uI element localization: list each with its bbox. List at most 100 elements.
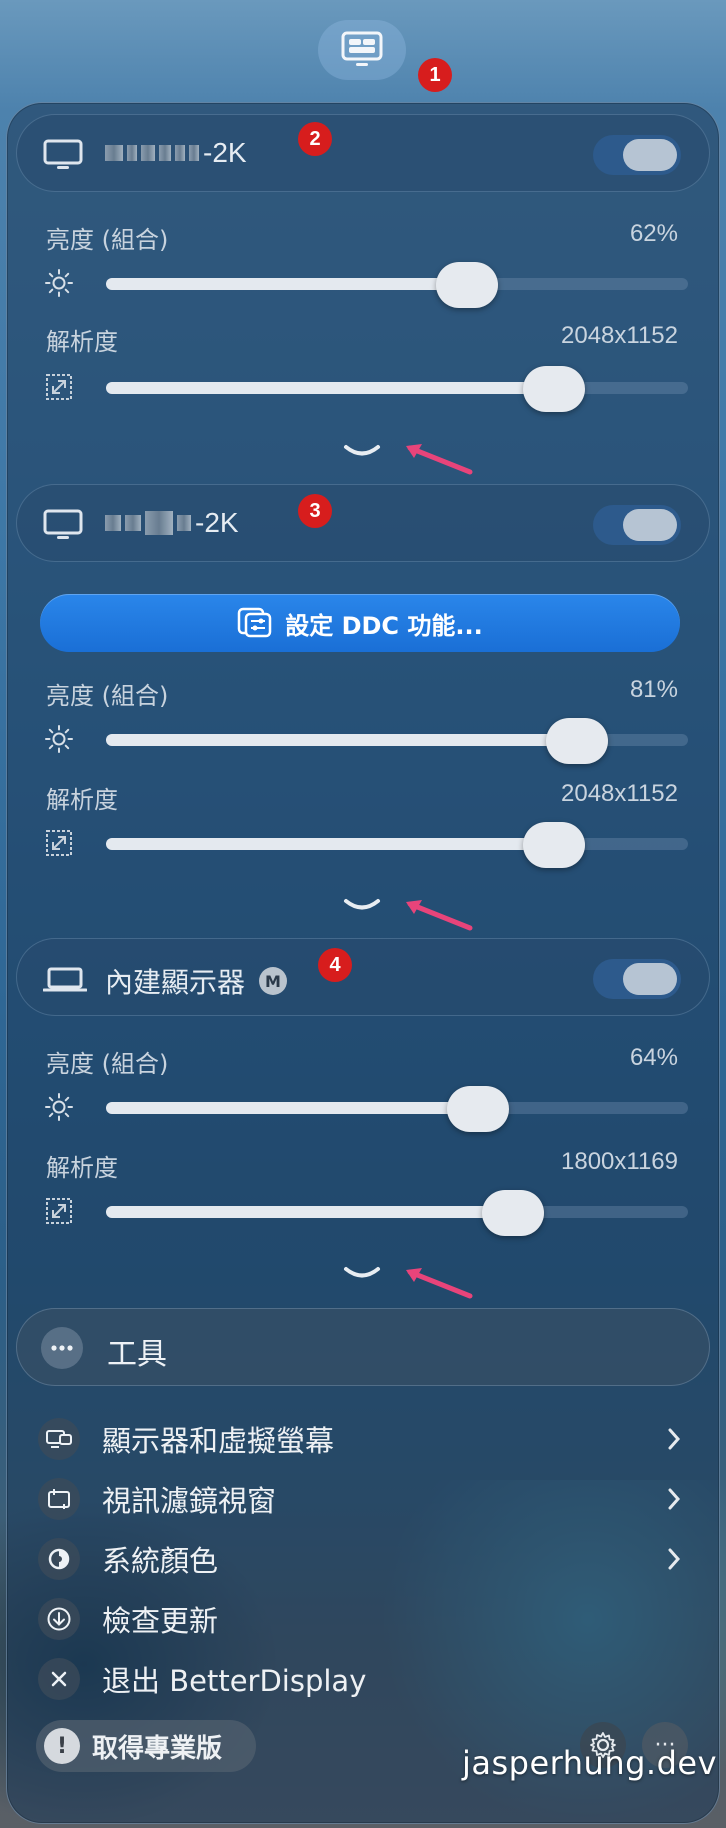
ddc-settings-icon: [237, 607, 272, 638]
color-icon: [38, 1538, 80, 1580]
expand-chevron-icon[interactable]: [340, 896, 384, 916]
sun-icon: [45, 1093, 73, 1121]
brightness-label: 亮度 (組合): [46, 1050, 169, 1078]
slider-fill: [106, 734, 578, 746]
brightness-label: 亮度 (組合): [46, 226, 169, 254]
menu-item-label: 退出 BetterDisplay: [102, 1664, 367, 1698]
slider-fill: [106, 382, 555, 394]
menu-item-label: 系統顏色: [102, 1544, 219, 1578]
slider-thumb[interactable]: [435, 262, 498, 308]
display-toggle[interactable]: [593, 959, 681, 999]
display-header-3[interactable]: 內建顯示器 M: [16, 938, 710, 1016]
slider-fill: [106, 1206, 514, 1218]
display-toggle[interactable]: [593, 505, 681, 545]
resolution-label: 解析度: [46, 786, 118, 814]
slider-thumb[interactable]: [482, 1190, 545, 1236]
menu-item-check-update[interactable]: 檢查更新: [38, 1592, 688, 1646]
menu-item-quit[interactable]: 退出 BetterDisplay: [38, 1652, 688, 1706]
slider-thumb[interactable]: [447, 1086, 510, 1132]
monitor-icon: [341, 31, 383, 66]
slider-thumb[interactable]: [523, 822, 586, 868]
sun-icon: [45, 269, 73, 297]
slider-fill: [106, 278, 467, 290]
brightness-row: 亮度 (組合) 64%: [46, 1044, 678, 1079]
resize-icon: [46, 374, 72, 400]
video-filter-icon: [38, 1478, 80, 1520]
annotation-badge-3: 3: [298, 494, 332, 528]
pink-arrow-annotation: [406, 900, 473, 931]
expand-chevron-icon[interactable]: [340, 1264, 384, 1284]
toggle-knob: [623, 139, 677, 171]
pink-arrow-annotation: [406, 1268, 473, 1299]
sun-icon: [45, 725, 73, 753]
slider-track[interactable]: [106, 1086, 688, 1132]
brightness-slider[interactable]: [40, 1080, 690, 1134]
ddc-button-label: 設定 DDC 功能...: [285, 611, 483, 640]
tools-section-header[interactable]: 工具: [16, 1308, 710, 1386]
slider-track[interactable]: [106, 1190, 688, 1236]
display-header-1[interactable]: -2K: [16, 114, 710, 192]
expand-chevron-icon[interactable]: [340, 442, 384, 462]
brightness-row: 亮度 (組合) 81%: [46, 676, 678, 711]
menu-item-label: 檢查更新: [102, 1604, 219, 1638]
annotation-badge-2: 2: [298, 122, 332, 156]
brightness-slider[interactable]: [40, 256, 690, 310]
exclamation-icon: !: [44, 1728, 80, 1764]
menu-item-displays[interactable]: 顯示器和虛擬螢幕: [38, 1412, 688, 1466]
resize-icon: [46, 830, 72, 856]
slider-track[interactable]: [106, 718, 688, 764]
display-toggle[interactable]: [593, 135, 681, 175]
monitor-icon: [43, 509, 83, 539]
resolution-slider[interactable]: [40, 816, 690, 870]
chevron-right-icon: [668, 1548, 681, 1570]
brightness-value: 81%: [629, 676, 678, 703]
display-name: -2K: [105, 137, 247, 169]
display-header-2[interactable]: -2K: [16, 484, 710, 562]
display-name: 內建顯示器 M: [105, 961, 288, 1001]
slider-fill: [106, 1102, 479, 1114]
resolution-row: 解析度 2048x1152: [46, 322, 678, 357]
chevron-right-icon: [668, 1428, 681, 1450]
slider-thumb[interactable]: [546, 718, 609, 764]
resolution-value: 2048x1152: [561, 780, 678, 807]
resolution-value: 2048x1152: [561, 322, 678, 349]
slider-fill: [106, 838, 555, 850]
menu-item-video-filter[interactable]: 視訊濾鏡視窗: [38, 1472, 688, 1526]
laptop-icon: [43, 967, 87, 992]
toggle-knob: [623, 509, 677, 541]
annotation-badge-4: 4: [318, 948, 352, 982]
brightness-value: 62%: [629, 220, 678, 247]
resolution-slider[interactable]: [40, 1184, 690, 1238]
monitor-icon: [43, 139, 83, 169]
chevron-right-icon: [668, 1488, 681, 1510]
resolution-slider[interactable]: [40, 360, 690, 414]
slider-track[interactable]: [106, 262, 688, 308]
display-name: -2K: [105, 507, 239, 539]
resolution-label: 解析度: [46, 1154, 118, 1182]
menu-item-label: 視訊濾鏡視窗: [102, 1484, 277, 1518]
close-icon: [38, 1658, 80, 1700]
tools-title: 工具: [107, 1337, 167, 1372]
brightness-label: 亮度 (組合): [46, 682, 169, 710]
resize-icon: [46, 1198, 72, 1224]
slider-track[interactable]: [106, 822, 688, 868]
get-pro-button[interactable]: ! 取得專業版: [36, 1720, 256, 1772]
toggle-knob: [623, 963, 677, 995]
brightness-row: 亮度 (組合) 62%: [46, 220, 678, 255]
resolution-value: 1800x1169: [561, 1148, 678, 1175]
download-icon: [38, 1598, 80, 1640]
main-display-badge: M: [259, 967, 288, 995]
slider-thumb[interactable]: [523, 366, 586, 412]
resolution-label: 解析度: [46, 328, 118, 356]
annotation-badge-1: 1: [418, 58, 452, 92]
menu-item-system-color[interactable]: 系統顏色: [38, 1532, 688, 1586]
ddc-settings-button[interactable]: 設定 DDC 功能...: [40, 594, 680, 652]
watermark: jasperhung.dev: [462, 1744, 718, 1782]
brightness-slider[interactable]: [40, 712, 690, 766]
resolution-row: 解析度 2048x1152: [46, 780, 678, 815]
resolution-row: 解析度 1800x1169: [46, 1148, 678, 1183]
menubar-display-icon[interactable]: [318, 20, 406, 80]
more-icon: [41, 1327, 83, 1369]
brightness-value: 64%: [629, 1044, 678, 1071]
slider-track[interactable]: [106, 366, 688, 412]
